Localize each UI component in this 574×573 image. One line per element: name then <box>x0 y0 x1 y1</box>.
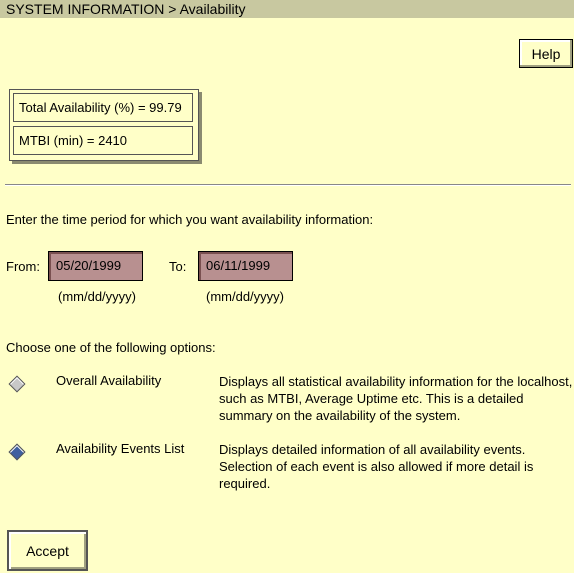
period-prompt: Enter the time period for which you want… <box>6 212 374 227</box>
overall-availability-radio[interactable] <box>8 375 26 393</box>
to-date-input[interactable]: 06/11/1999 <box>198 251 293 281</box>
from-date-input[interactable]: 05/20/1999 <box>48 251 143 281</box>
availability-events-list-radio[interactable] <box>8 443 26 461</box>
mtbi-value: MTBI (min) = 2410 <box>13 126 193 155</box>
page-title-bar: SYSTEM INFORMATION > Availability <box>0 0 574 18</box>
options-prompt: Choose one of the following options: <box>6 340 216 355</box>
help-button[interactable]: Help <box>519 39 573 68</box>
section-divider <box>5 184 571 186</box>
availability-summary-box: Total Availability (%) = 99.79 MTBI (min… <box>9 89 199 161</box>
breadcrumb: SYSTEM INFORMATION > Availability <box>6 1 246 17</box>
availability-events-list-label[interactable]: Availability Events List <box>56 441 184 456</box>
from-label: From: <box>6 259 40 274</box>
from-format-hint: (mm/dd/yyyy) <box>58 289 136 304</box>
availability-events-list-description: Displays detailed information of all ava… <box>219 442 534 491</box>
accept-button[interactable]: Accept <box>7 530 88 571</box>
to-label: To: <box>169 259 187 274</box>
total-availability-value: Total Availability (%) = 99.79 <box>13 93 193 122</box>
overall-availability-description: Displays all statistical availability in… <box>219 374 573 423</box>
overall-availability-label[interactable]: Overall Availability <box>56 373 161 388</box>
to-format-hint: (mm/dd/yyyy) <box>206 289 284 304</box>
